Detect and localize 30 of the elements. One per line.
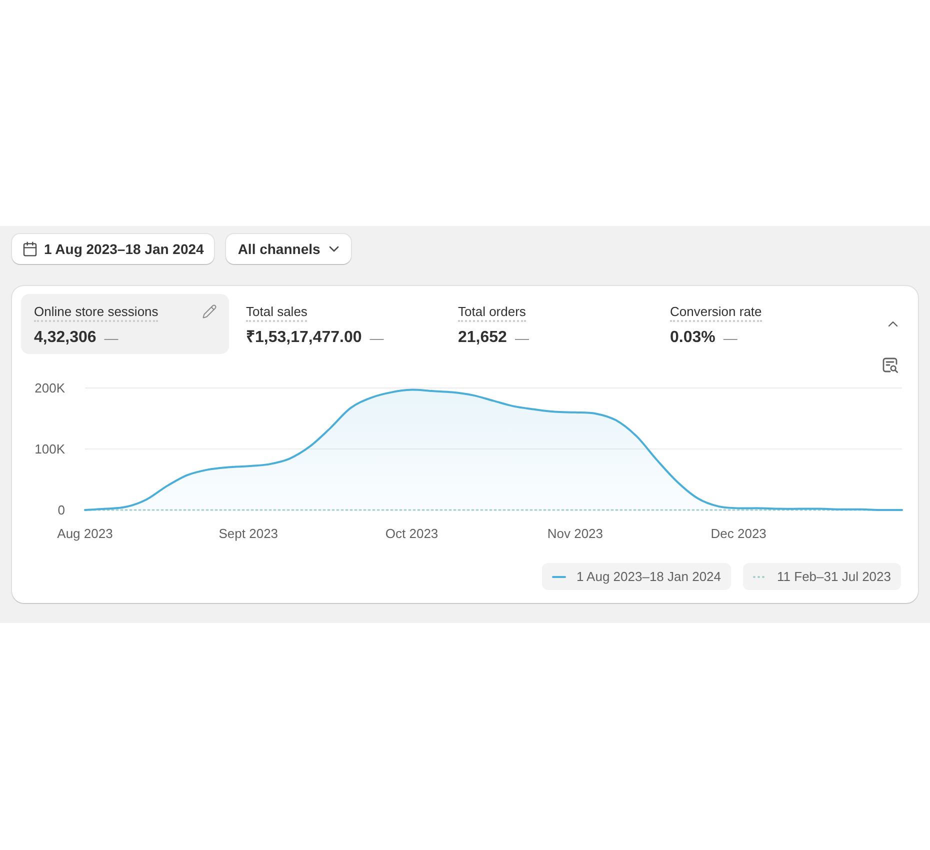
axis-label: Dec 2023 — [710, 526, 766, 541]
metric-value: 4,32,306 — [34, 328, 96, 348]
calendar-icon — [22, 241, 38, 257]
axis-label: 200K — [34, 380, 65, 396]
chart-search-icon[interactable] — [882, 357, 899, 374]
metric-tab[interactable]: Online store sessions 4,32,306 — — [21, 294, 229, 354]
metric-label: Conversion rate — [670, 304, 762, 322]
date-range-button[interactable]: 1 Aug 2023–18 Jan 2024 — [12, 234, 214, 264]
metric-value: 0.03% — [670, 328, 716, 348]
metric-value: 21,652 — [458, 328, 507, 348]
metric-label: Online store sessions — [34, 304, 158, 322]
comparison-dash: — — [723, 329, 738, 348]
edit-icon[interactable] — [202, 304, 217, 319]
axis-label: Nov 2023 — [547, 526, 604, 541]
metric-label: Total sales — [246, 304, 308, 322]
legend-item[interactable]: 1 Aug 2023–18 Jan 2024 — [542, 563, 732, 590]
axis-label: 0 — [58, 502, 65, 518]
comparison-dash: — — [104, 329, 118, 348]
comparison-dash: — — [370, 329, 384, 348]
metric-label: Total orders — [458, 304, 526, 322]
legend-item[interactable]: 11 Feb–31 Jul 2023 — [743, 563, 901, 590]
axis-label: 100K — [34, 442, 65, 456]
axis-label: Oct 2023 — [385, 526, 438, 541]
axis-label: Aug 2023 — [57, 526, 113, 541]
metric-value: ₹1,53,17,477.00 — [246, 328, 362, 348]
axis-label: Sept 2023 — [218, 526, 278, 541]
channel-dropdown[interactable]: All channels — [226, 234, 352, 264]
dotted-line-icon — [753, 576, 768, 578]
comparison-dash: — — [514, 329, 529, 348]
line-swatch-icon — [552, 576, 566, 578]
